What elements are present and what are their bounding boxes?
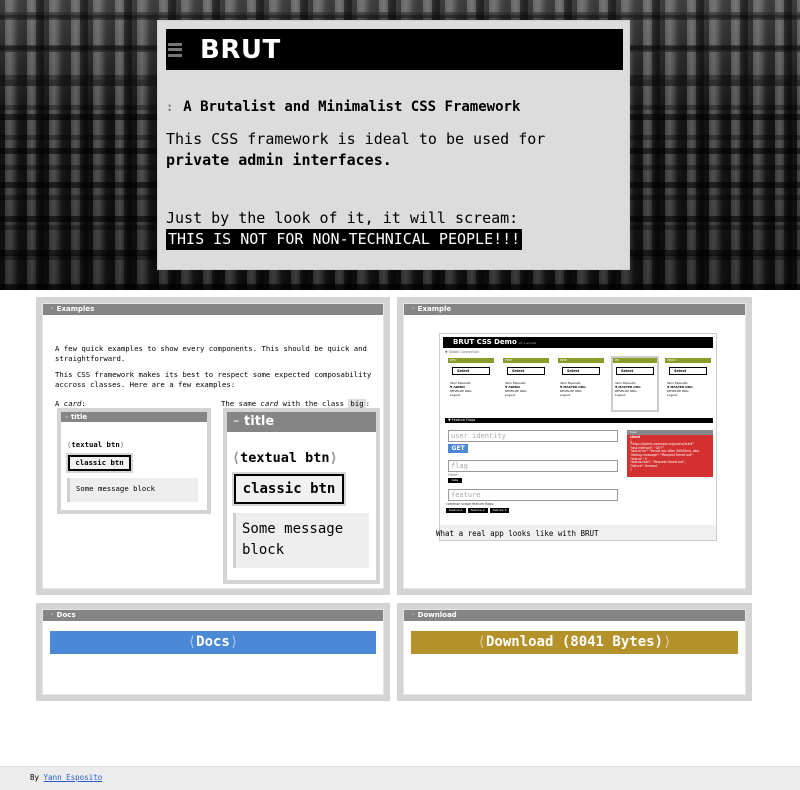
demo-user-identity-input[interactable]: user identity [448,430,618,442]
hero-titlebar: BRUT [166,29,623,70]
demo-get-button[interactable]: GET [448,444,468,453]
demo-env-card: PROD Select Yann Esposito ▼ MASTER ORG DEV… [665,358,711,410]
intro-bold: private admin interfaces. [166,151,392,169]
card-title: title [70,413,88,421]
demo-app-screenshot: BRUT CSS Demo v0.1 emails ▼ Global Connec… [439,333,717,541]
subtitle-prefix: : [166,100,174,114]
example-title: Example [417,305,452,313]
examples-title: Examples [56,305,95,313]
docs-panel: · Docs ⟨Docs⟩ [36,603,390,701]
site-title: BRUT [200,34,281,65]
message-block: Some message block [67,478,198,502]
examples-panel: · Examples A few quick examples to show e… [36,297,390,595]
scream-intro: Just by the look of it, it will scream: [166,209,519,227]
docs-title: Docs [56,611,76,619]
scream-text: THIS IS NOT FOR NON-TECHNICAL PEOPLE!!! [166,229,523,250]
big-classic-button[interactable]: classic btn [234,474,344,504]
examples-paragraph-1: A few quick examples to show every compo… [55,344,367,363]
download-button[interactable]: ⟨Download (8041 Bytes)⟩ [411,631,738,654]
download-title: Download [417,611,457,619]
textual-button[interactable]: ⟨textual btn⟩ [67,440,124,450]
example-panel-header: · Example [404,304,745,315]
download-panel-header: · Download [404,610,745,621]
footer-by: By [30,773,44,782]
site-subtitle: : A Brutalist and Minimalist CSS Framewo… [166,99,520,115]
intro-text: This CSS framework is ideal to be used f… [166,130,546,148]
demo-select-button[interactable]: Select [616,367,654,375]
demo-select-button[interactable]: Select [507,367,545,375]
demo-select-button[interactable]: Select [562,367,600,375]
classic-button[interactable]: classic btn [68,455,131,471]
hero-banner: BRUT : A Brutalist and Minimalist CSS Fr… [0,0,800,290]
intro-paragraph: This CSS framework is ideal to be used f… [166,129,606,171]
demo-select-button[interactable]: Select [452,367,490,375]
demo-feature-flags-header: ▼ Feature Flags [445,418,713,423]
examples-paragraph-2: This CSS framework makes its best to res… [55,370,372,389]
demo-feature-button[interactable]: feature-1 [446,508,466,513]
demo-feature-note: common scope feature flags: [446,502,495,506]
big-card-header: – title [227,412,376,432]
example-panel: · Example BRUT CSS Demo v0.1 emails ▼ Glob… [397,297,752,595]
demo-titlebar: BRUT CSS Demo v0.1 emails [443,337,713,348]
demo-env-card-selected: PR Select Yann Esposito ▼ MASTER ORG DEVEL… [611,356,659,412]
docs-panel-header: · Docs [43,610,383,621]
examples-panel-header: · Examples [43,304,383,315]
author-link[interactable]: Yann Esposito [44,773,103,782]
card-header: – title [61,412,207,422]
demo-env-card: TEST Select Yann Esposito ▼ ADMIN DEVELOP … [503,358,549,410]
big-message-block: Some message block [233,513,369,568]
demo-env-card: INTP Select Yann Esposito ▼ MASTER ORG DEV… [558,358,604,410]
subtitle-text: A Brutalist and Minimalist CSS Framework [183,99,521,115]
demo-select-button[interactable]: Select [669,367,707,375]
demo-feature-buttons: feature-1 feature-2 feature-3 [446,508,510,513]
hero-card: BRUT : A Brutalist and Minimalist CSS Fr… [157,20,630,270]
demo-flag-input[interactable]: flag [448,460,618,472]
demo-flag-button[interactable]: beta [448,478,462,483]
demo-feature-input[interactable]: feature [448,489,618,501]
big-textual-button[interactable]: ⟨textual btn⟩ [232,450,338,466]
example-card-big: – title ⟨textual btn⟩ classic btn Some m… [223,408,380,584]
example-caption: What a real app looks like with BRUT [436,529,599,538]
footer: By Yann Esposito [0,766,800,790]
scream-paragraph: Just by the look of it, it will scream: … [166,208,523,250]
example-card: – title ⟨textual btn⟩ classic btn Some m… [57,408,211,514]
hamburger-icon[interactable] [168,42,182,57]
demo-feature-button[interactable]: feature-3 [489,508,510,513]
download-panel: · Download ⟨Download (8041 Bytes)⟩ [397,603,752,701]
demo-env-card: DEV Select Yann Esposito ▼ ADMIN DEVELOP O… [448,358,494,410]
demo-user-panel: User client { "https://admin.example.org… [627,430,713,477]
demo-global-connection: ▼ Global Connection [445,350,479,354]
docs-button[interactable]: ⟨Docs⟩ [50,631,376,654]
big-card-title: title [244,414,275,429]
demo-flag-note: Other [448,473,458,477]
demo-feature-button[interactable]: feature-2 [467,508,488,513]
